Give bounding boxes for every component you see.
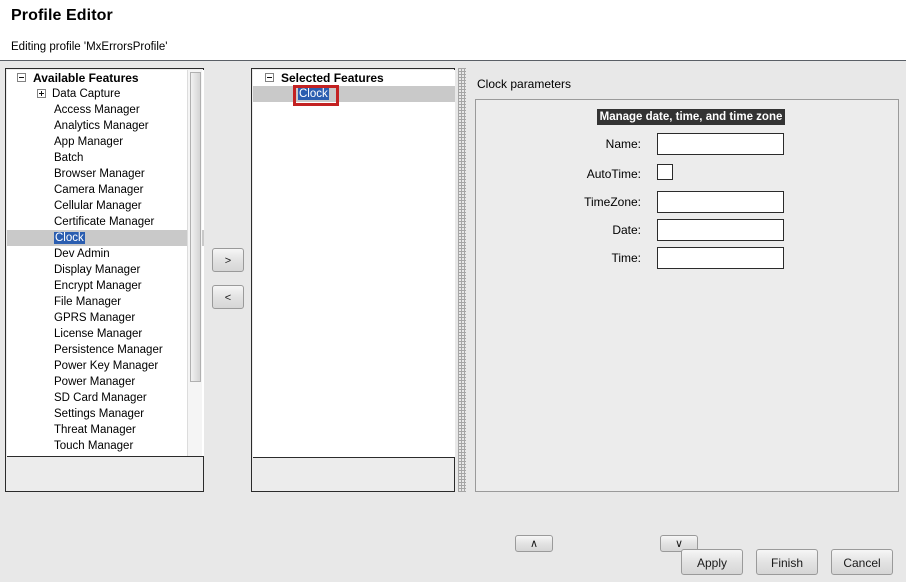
text-input[interactable] — [657, 219, 784, 241]
list-item[interactable]: Analytics Manager — [7, 118, 204, 134]
tree-group-label: Data Capture — [52, 88, 121, 100]
list-item-label: Camera Manager — [54, 184, 144, 196]
list-item[interactable]: Clock — [7, 230, 204, 246]
parameters-band-label: Manage date, time, and time zone — [597, 109, 785, 125]
page-subtitle: Editing profile 'MxErrorsProfile' — [11, 41, 168, 53]
list-item[interactable]: Browser Manager — [7, 166, 204, 182]
list-item-label: File Manager — [54, 296, 122, 308]
scrollbar-thumb[interactable] — [190, 72, 201, 382]
list-item-label: GPRS Manager — [54, 312, 136, 324]
form-row: Time: — [476, 247, 898, 273]
form-row: Name: — [476, 133, 898, 159]
selected-features-panel: Selected Features Clock ∧ ∨ — [251, 68, 698, 552]
form-row: Date: — [476, 219, 898, 245]
field-label: AutoTime: — [586, 167, 641, 181]
tree-root-label: Selected Features — [281, 71, 384, 85]
tree-root-available[interactable]: Available Features — [7, 70, 204, 86]
list-item[interactable]: App Manager — [7, 134, 204, 150]
list-item[interactable]: Persistence Manager — [7, 342, 204, 358]
text-input[interactable] — [657, 247, 784, 269]
list-item[interactable]: Power Manager — [7, 374, 204, 390]
list-item[interactable]: Touch Manager — [7, 438, 204, 454]
add-feature-button[interactable]: > — [212, 248, 244, 272]
list-item-label: App Manager — [54, 136, 124, 148]
list-item-label: Clock — [298, 88, 329, 100]
collapse-icon[interactable] — [265, 73, 274, 82]
selected-features-tree[interactable]: Selected Features Clock — [253, 70, 455, 458]
list-item[interactable]: Power Key Manager — [7, 358, 204, 374]
list-item-label: Display Manager — [54, 264, 141, 276]
text-input[interactable] — [657, 191, 784, 213]
list-item[interactable]: Certificate Manager — [7, 214, 204, 230]
panel-splitter[interactable] — [458, 68, 466, 492]
list-item[interactable]: SD Card Manager — [7, 390, 204, 406]
list-item[interactable]: Cellular Manager — [7, 198, 204, 214]
available-features-scrollbar[interactable] — [187, 70, 202, 456]
list-item[interactable]: Dev Admin — [7, 246, 204, 262]
field-label: Time: — [611, 251, 641, 265]
apply-button[interactable]: Apply — [681, 549, 743, 575]
list-item-label: Browser Manager — [54, 168, 145, 180]
list-item[interactable]: Threat Manager — [7, 422, 204, 438]
text-input[interactable] — [657, 133, 784, 155]
list-item[interactable]: Display Manager — [7, 262, 204, 278]
collapse-icon[interactable] — [17, 73, 26, 82]
remove-feature-button[interactable]: < — [212, 285, 244, 309]
list-item[interactable]: Access Manager — [7, 102, 204, 118]
list-item-label: License Manager — [54, 328, 143, 340]
list-item-label: Clock — [54, 232, 85, 244]
list-item-label: Settings Manager — [54, 408, 145, 420]
page-title: Profile Editor — [11, 7, 113, 24]
tree-group-data-capture[interactable]: Data Capture — [7, 86, 204, 102]
list-item[interactable]: GPRS Manager — [7, 310, 204, 326]
list-item[interactable]: File Manager — [7, 294, 204, 310]
autotime-checkbox[interactable] — [657, 164, 673, 180]
list-item-label: Certificate Manager — [54, 216, 155, 228]
available-features-tree[interactable]: Available Features Data Capture Access Man… — [7, 70, 204, 457]
field-label: Name: — [605, 137, 641, 151]
parameters-box: Manage date, time, and time zone Name: Au… — [475, 99, 899, 492]
page-header: Profile Editor Editing profile 'MxErrors… — [0, 0, 906, 61]
move-up-button[interactable]: ∧ — [515, 535, 553, 552]
list-item[interactable]: Encrypt Manager — [7, 278, 204, 294]
list-item[interactable]: Clock — [253, 86, 455, 102]
parameters-title: Clock parameters — [477, 77, 572, 91]
form-row: TimeZone: — [476, 191, 898, 217]
form-row: AutoTime: — [476, 163, 898, 189]
list-item-label: Power Key Manager — [54, 360, 159, 372]
field-label: Date: — [612, 223, 641, 237]
list-item-label: SD Card Manager — [54, 392, 147, 404]
list-item-label: Threat Manager — [54, 424, 136, 436]
list-item[interactable]: License Manager — [7, 326, 204, 342]
available-features-panel: Available Features Data Capture Access Man… — [5, 68, 204, 492]
finish-button[interactable]: Finish — [756, 549, 818, 575]
tree-root-label: Available Features — [33, 71, 139, 85]
list-item-label: Touch Manager — [54, 440, 134, 452]
cancel-button[interactable]: Cancel — [831, 549, 893, 575]
list-item[interactable]: Settings Manager — [7, 406, 204, 422]
list-item-label: Analytics Manager — [54, 120, 149, 132]
field-label: TimeZone: — [584, 195, 641, 209]
tree-root-selected[interactable]: Selected Features — [253, 70, 455, 86]
list-item-label: Cellular Manager — [54, 200, 142, 212]
list-item-label: Access Manager — [54, 104, 140, 116]
list-item[interactable]: Camera Manager — [7, 182, 204, 198]
list-item[interactable]: Batch — [7, 150, 204, 166]
list-item-label: Batch — [54, 152, 84, 164]
expand-icon[interactable] — [37, 89, 46, 98]
list-item-label: Power Manager — [54, 376, 136, 388]
list-item-label: Encrypt Manager — [54, 280, 142, 292]
list-item-label: Persistence Manager — [54, 344, 163, 356]
list-item-label: Dev Admin — [54, 248, 110, 260]
